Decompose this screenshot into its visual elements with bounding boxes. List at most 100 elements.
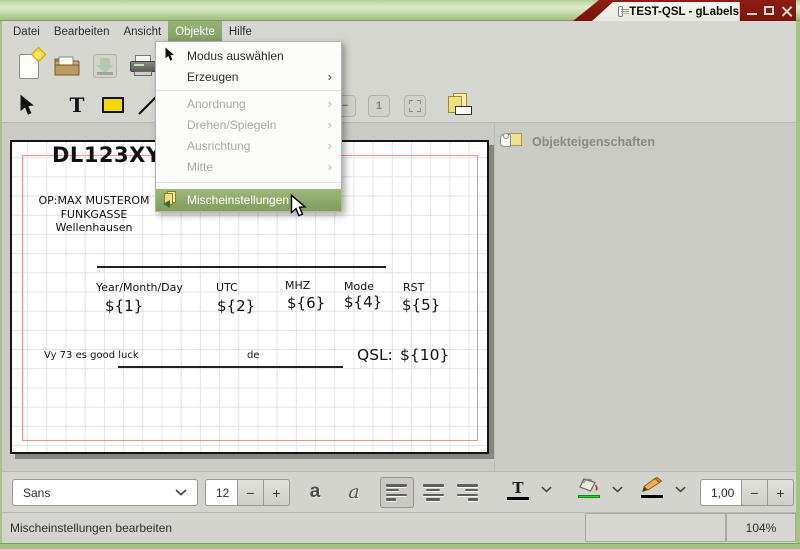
greeting-text-object[interactable]: Vy 73 es good luck (44, 350, 139, 361)
qsl-merge-field-10[interactable]: ${10} (400, 346, 449, 364)
fill-color-button[interactable] (574, 477, 604, 498)
print-button[interactable] (128, 50, 158, 82)
new-document-button[interactable] (14, 50, 44, 82)
select-arrow-icon (18, 94, 36, 117)
close-icon (781, 5, 793, 17)
table-header-utc[interactable]: UTC (216, 281, 238, 294)
table-header-rst[interactable]: RST (403, 281, 424, 294)
zoom-100-button[interactable]: 1 (368, 95, 390, 117)
paint-bucket-icon (577, 477, 601, 494)
align-left-icon (386, 484, 408, 500)
menu-datei[interactable]: Datei (6, 21, 47, 42)
table-header-mhz[interactable]: MHZ (285, 279, 310, 292)
text-color-button[interactable]: T (504, 480, 532, 500)
status-progress-area (585, 513, 726, 542)
menu-item-ausrichtung: Ausrichtung › (156, 135, 341, 156)
open-folder-icon (53, 54, 81, 78)
align-right-icon (456, 484, 478, 500)
font-size-value: 12 (216, 486, 229, 500)
object-properties-title: Objekteigenschaften (532, 135, 655, 149)
merge-field-4[interactable]: ${4} (344, 293, 382, 311)
italic-icon: a (348, 481, 359, 503)
menu-bearbeiten[interactable]: Bearbeiten (47, 21, 117, 42)
italic-button[interactable]: a (341, 479, 367, 505)
line-width-input[interactable]: 1,00 (700, 479, 742, 506)
menu-hilfe[interactable]: Hilfe (222, 21, 259, 42)
footer-line-object[interactable] (118, 366, 343, 368)
box-tool-button[interactable] (99, 94, 127, 116)
zoom-fit-button[interactable] (404, 95, 426, 117)
font-size-increase-button[interactable]: + (264, 479, 290, 506)
menu-separator (156, 182, 341, 183)
merge-field-6[interactable]: ${6} (287, 294, 325, 312)
font-family-value: Sans (23, 486, 50, 500)
chevron-down-icon (612, 486, 623, 493)
window-title-tab[interactable]: TEST-QSL - gLabels (592, 2, 739, 21)
menu-item-drehen-spiegeln: Drehen/Spiegeln › (156, 114, 341, 135)
address-text-object[interactable]: OP:MAX MUSTEROM FUNKGASSE Wellenhausen (28, 194, 160, 235)
menu-objekte[interactable]: Objekte (168, 21, 222, 42)
plus-icon: + (272, 485, 280, 501)
font-family-select[interactable]: Sans (12, 479, 198, 506)
menu-item-mitte: Mitte › (156, 156, 341, 177)
text-color-dropdown[interactable] (541, 486, 552, 493)
menubar: Datei Bearbeiten Ansicht Objekte Hilfe (2, 21, 796, 42)
line-width-decrease-button[interactable]: − (742, 479, 768, 506)
menu-item-label: Modus auswählen (187, 49, 284, 63)
menu-item-mischeinstellungen[interactable]: Mischeinstellungen (156, 189, 341, 211)
submenu-arrow-icon: › (328, 135, 332, 156)
menu-separator (156, 90, 341, 91)
minimize-button[interactable] (744, 0, 760, 21)
font-size-input[interactable]: 12 (205, 479, 238, 506)
text-tool-button[interactable]: T (64, 92, 90, 118)
menu-item-label: Ausrichtung (187, 139, 250, 153)
align-center-icon (422, 484, 444, 500)
fill-color-dropdown[interactable] (612, 486, 623, 493)
maximize-button[interactable] (761, 0, 777, 21)
address-line-1: OP:MAX MUSTEROM (28, 194, 160, 208)
merge-field-1[interactable]: ${1} (105, 297, 143, 315)
table-header-ymd[interactable]: Year/Month/Day (96, 281, 183, 294)
table-header-mode[interactable]: Mode (344, 280, 374, 293)
line-color-swatch (641, 495, 663, 498)
mouse-cursor-icon (290, 194, 307, 217)
align-left-button[interactable] (380, 477, 414, 508)
align-right-button[interactable] (451, 477, 483, 508)
select-tool-button[interactable] (14, 92, 40, 118)
merge-properties-button[interactable] (444, 92, 476, 120)
titlebar[interactable]: TEST-QSL - gLabels (0, 0, 800, 21)
minimize-icon (747, 13, 757, 15)
line-width-increase-button[interactable]: + (768, 479, 794, 506)
bold-icon: a (310, 481, 321, 503)
menu-item-modus-auswaehlen[interactable]: Modus auswählen (156, 45, 341, 66)
bold-button[interactable]: a (302, 479, 328, 505)
submenu-arrow-icon: › (328, 156, 332, 177)
fill-color-swatch (578, 495, 600, 498)
window-border-right (796, 21, 800, 543)
table-top-line-object[interactable] (97, 266, 386, 268)
align-center-button[interactable] (417, 477, 449, 508)
zoom-level-value: 104% (746, 521, 777, 535)
window-icon (618, 6, 623, 17)
font-size-decrease-button[interactable]: − (238, 479, 264, 506)
save-button[interactable] (90, 50, 120, 82)
menu-item-label: Drehen/Spiegeln (187, 118, 276, 132)
menu-ansicht[interactable]: Ansicht (116, 21, 168, 42)
chevron-down-icon (541, 486, 552, 493)
close-button[interactable] (779, 0, 795, 21)
new-document-icon (19, 54, 39, 79)
merge-field-5[interactable]: ${5} (402, 296, 440, 314)
text-color-icon: T (512, 480, 523, 496)
submenu-arrow-icon: › (328, 114, 332, 135)
open-button[interactable] (52, 50, 82, 82)
status-message: Mischeinstellungen bearbeiten (10, 521, 172, 535)
select-mode-icon (163, 47, 180, 64)
line-color-dropdown[interactable] (675, 486, 686, 493)
qsl-label-object[interactable]: QSL: (357, 346, 393, 364)
line-color-button[interactable] (637, 477, 667, 498)
window-border-bottom (0, 543, 800, 549)
merge-field-2[interactable]: ${2} (217, 297, 255, 315)
menu-item-erzeugen[interactable]: Erzeugen › (156, 66, 341, 87)
submenu-arrow-icon: › (328, 93, 332, 114)
de-text-object[interactable]: de (247, 350, 260, 361)
